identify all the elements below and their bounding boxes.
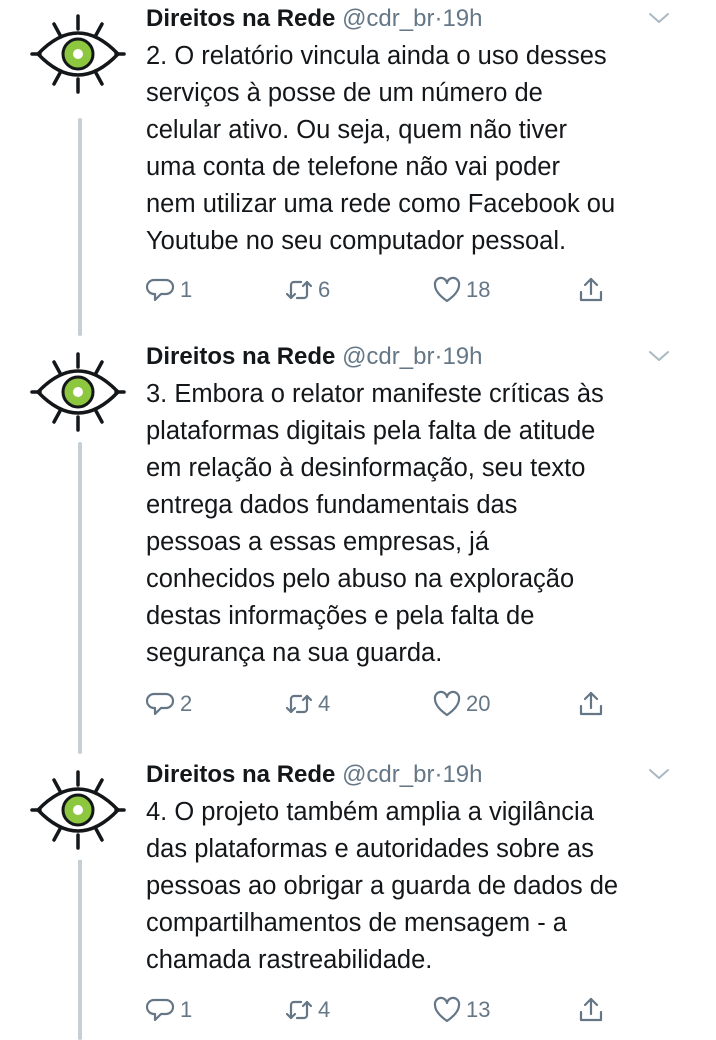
tweet-actions: 1 4 13	[146, 992, 616, 1028]
tweet-content: Direitos na Rede @cdr_br·19h 4. O projet…	[146, 760, 694, 979]
tweet-header: Direitos na Rede @cdr_br·19h	[146, 760, 694, 790]
like-count: 20	[466, 691, 491, 716]
thread-connector-line	[78, 118, 82, 336]
tweet-text-line: compartilhamentos de mensagem - a	[146, 909, 567, 937]
retweet-icon	[285, 694, 313, 714]
tweet-text-line: em relação à desinformação, seu texto	[146, 454, 586, 482]
share-icon	[579, 691, 603, 716]
tweet-text-line: das plataformas e autoridades sobre as	[146, 835, 594, 863]
thread-connector-line	[78, 858, 82, 1040]
eye-logo-icon	[30, 14, 126, 94]
reply-icon	[146, 278, 175, 302]
reply-button[interactable]: 2	[146, 686, 192, 722]
retweet-count: 6	[318, 277, 331, 302]
tweet-text-line: uma conta de telefone não vai poder	[146, 153, 560, 181]
reply-button[interactable]: 1	[146, 272, 192, 308]
tweet-text-line: chamada rastreabilidade.	[146, 946, 433, 974]
heart-icon	[433, 996, 461, 1023]
tweet-content: Direitos na Rede @cdr_br·19h 3. Embora o…	[146, 342, 694, 672]
heart-icon	[433, 690, 461, 717]
share-button[interactable]	[576, 686, 606, 722]
retweet-button[interactable]: 6	[284, 272, 330, 308]
retweet-count: 4	[318, 691, 331, 716]
reply-count: 1	[180, 277, 193, 302]
eye-logo-icon	[30, 770, 126, 850]
tweet-content: Direitos na Rede @cdr_br·19h 2. O relató…	[146, 4, 694, 260]
tweet-time[interactable]: 19h	[442, 761, 482, 788]
thread-connector-line	[78, 442, 82, 754]
chevron-down-icon[interactable]	[648, 348, 670, 364]
chevron-down-icon[interactable]	[648, 10, 670, 26]
tweet-text-line: pessoas a essas empresas, já	[146, 528, 490, 556]
share-button[interactable]	[576, 992, 606, 1028]
tweet-text: 2. O relatório vincula ainda o uso desse…	[146, 38, 694, 260]
tweet-time[interactable]: 19h	[442, 5, 482, 32]
reply-icon	[146, 692, 175, 716]
tweet-time[interactable]: 19h	[442, 343, 482, 370]
tweet-header: Direitos na Rede @cdr_br·19h	[146, 4, 694, 34]
avatar[interactable]	[28, 342, 128, 442]
share-button[interactable]	[576, 272, 606, 308]
user-handle[interactable]: @cdr_br	[342, 343, 434, 370]
tweet-text: 4. O projeto também amplia a vigilância …	[146, 794, 694, 979]
tweet-text-line: entrega dados fundamentais das	[146, 491, 518, 519]
retweet-count: 4	[318, 997, 331, 1022]
share-icon	[579, 277, 603, 302]
retweet-icon	[285, 1000, 313, 1020]
tweet-text-line: 4. O projeto também amplia a vigilância	[146, 798, 594, 826]
tweet-header: Direitos na Rede @cdr_br·19h	[146, 342, 694, 372]
like-button[interactable]: 13	[432, 992, 490, 1028]
like-count: 13	[466, 997, 491, 1022]
reply-icon	[146, 998, 175, 1022]
retweet-icon	[285, 280, 313, 300]
tweet-text-line: segurança na sua guarda.	[146, 639, 443, 667]
tweet-text-line: pessoas ao obrigar a guarda de dados de	[146, 872, 619, 900]
tweet-text-line: nem utilizar uma rede como Facebook ou	[146, 190, 616, 218]
tweet-text: 3. Embora o relator manifeste críticas à…	[146, 376, 694, 672]
avatar[interactable]	[28, 760, 128, 860]
chevron-down-icon[interactable]	[648, 766, 670, 782]
display-name[interactable]: Direitos na Rede	[146, 5, 335, 32]
display-name[interactable]: Direitos na Rede	[146, 761, 335, 788]
tweet-text-line: plataformas digitais pela falta de atitu…	[146, 417, 596, 445]
eye-logo-icon	[30, 352, 126, 432]
tweet-thread: Direitos na Rede @cdr_br·19h 2. O relató…	[0, 0, 716, 1040]
tweet-actions: 1 6 18	[146, 272, 616, 308]
tweet-actions: 2 4 20	[146, 686, 616, 722]
user-handle[interactable]: @cdr_br	[342, 5, 434, 32]
user-handle[interactable]: @cdr_br	[342, 761, 434, 788]
tweet-text-line: 3. Embora o relator manifeste críticas à…	[146, 380, 604, 408]
like-button[interactable]: 20	[432, 686, 490, 722]
tweet-text-line: Youtube no seu computador pessoal.	[146, 227, 567, 255]
tweet-text-line: 2. O relatório vincula ainda o uso desse…	[146, 42, 607, 70]
retweet-button[interactable]: 4	[284, 992, 330, 1028]
like-count: 18	[466, 277, 491, 302]
reply-count: 1	[180, 997, 193, 1022]
display-name[interactable]: Direitos na Rede	[146, 343, 335, 370]
tweet-text-line: serviços à posse de um número de	[146, 79, 543, 107]
like-button[interactable]: 18	[432, 272, 490, 308]
reply-button[interactable]: 1	[146, 992, 192, 1028]
tweet-text-line: destas informações e pela falta de	[146, 602, 535, 630]
heart-icon	[433, 276, 461, 303]
reply-count: 2	[180, 691, 193, 716]
avatar[interactable]	[28, 4, 128, 104]
tweet-text-line: celular ativo. Ou seja, quem não tiver	[146, 116, 567, 144]
tweet-text-line: conhecidos pelo abuso na exploração	[146, 565, 575, 593]
retweet-button[interactable]: 4	[284, 686, 330, 722]
share-icon	[579, 997, 603, 1022]
